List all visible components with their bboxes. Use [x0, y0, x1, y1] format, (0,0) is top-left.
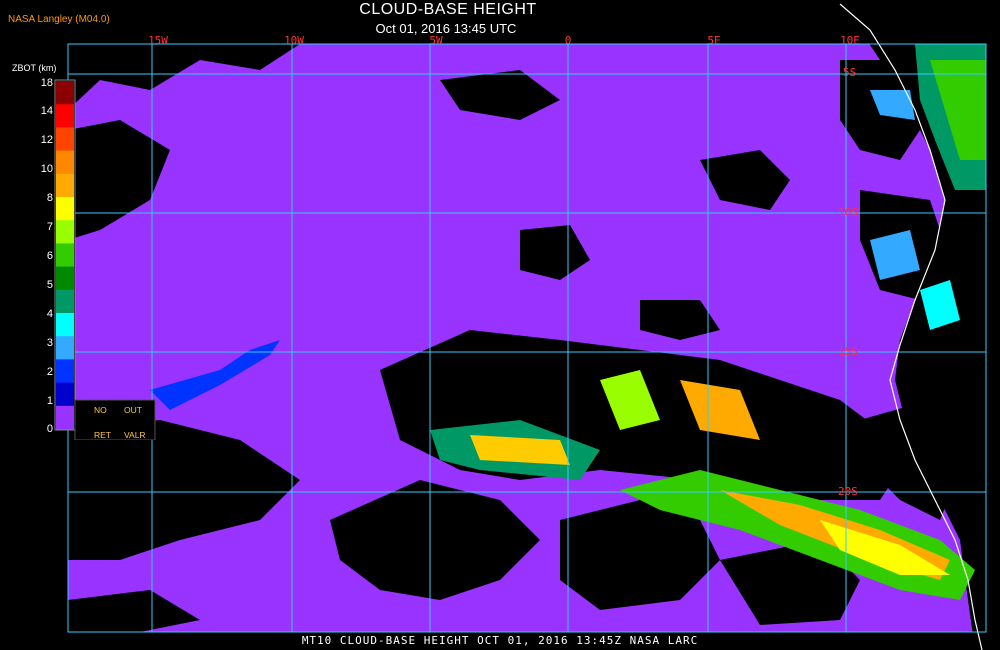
legend-swatch — [56, 81, 74, 105]
legend-tick: 2 — [46, 366, 53, 378]
color-legend — [54, 79, 156, 440]
lat-label-15s: 15S — [838, 345, 858, 358]
lon-label-10e: 10E — [840, 34, 860, 47]
legend-valr-label: VALR — [124, 430, 146, 440]
legend-tick: 12 — [40, 134, 53, 146]
legend-tick: 3 — [46, 337, 53, 349]
legend-no-label: NO — [94, 405, 107, 415]
legend-swatch — [56, 220, 74, 244]
legend-swatch — [56, 104, 74, 128]
legend-swatch — [56, 197, 74, 221]
footer-caption: MT10 CLOUD-BASE HEIGHT OCT 01, 2016 13:4… — [301, 634, 699, 647]
legend-tick: 5 — [46, 279, 53, 291]
lat-label-5s: 5S — [843, 66, 857, 79]
legend-out-label: OUT — [124, 405, 142, 415]
legend-swatch — [56, 127, 74, 152]
lon-label-10w: 10W — [284, 34, 304, 47]
legend-tick: 1 — [46, 395, 53, 407]
lon-label-5w: 5W — [429, 34, 443, 47]
legend-tick: 10 — [40, 163, 53, 175]
legend-tick: 8 — [46, 192, 53, 204]
legend-tick: 4 — [46, 308, 53, 320]
legend-ret-label: RET — [94, 430, 111, 440]
legend-swatch — [56, 266, 74, 291]
legend-tick: 0 — [46, 423, 53, 435]
legend-tick: 14 — [40, 105, 53, 117]
legend-swatch — [56, 173, 74, 198]
legend-swatch — [56, 359, 74, 384]
lon-label-0: 0 — [564, 34, 572, 47]
lat-label-20s: 20S — [838, 485, 858, 498]
legend-swatch — [56, 150, 74, 175]
legend-swatch — [56, 313, 74, 337]
legend-swatch — [56, 243, 74, 268]
legend-tick: 18 — [40, 77, 53, 89]
legend-swatch — [56, 382, 74, 407]
lat-label-10s: 10S — [838, 206, 858, 219]
lon-label-5e: 5E — [707, 34, 721, 47]
legend-swatch — [56, 289, 74, 314]
legend-swatch — [56, 405, 74, 430]
legend-tick: 7 — [46, 221, 53, 233]
legend-tick: 6 — [46, 250, 53, 262]
legend-swatch — [56, 336, 74, 360]
